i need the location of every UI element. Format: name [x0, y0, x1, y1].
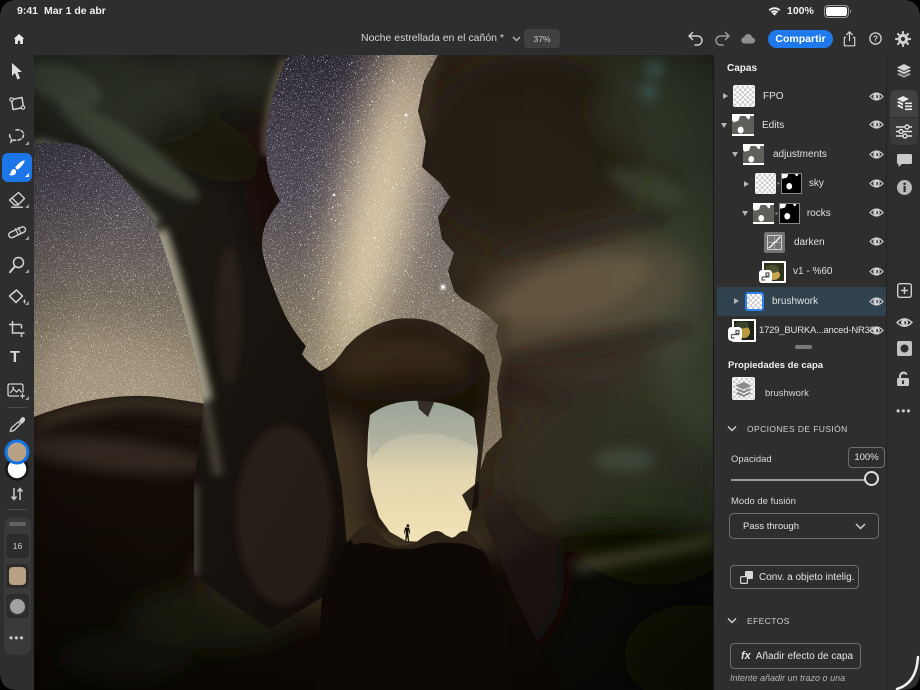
svg-text:?: ? [873, 34, 878, 43]
